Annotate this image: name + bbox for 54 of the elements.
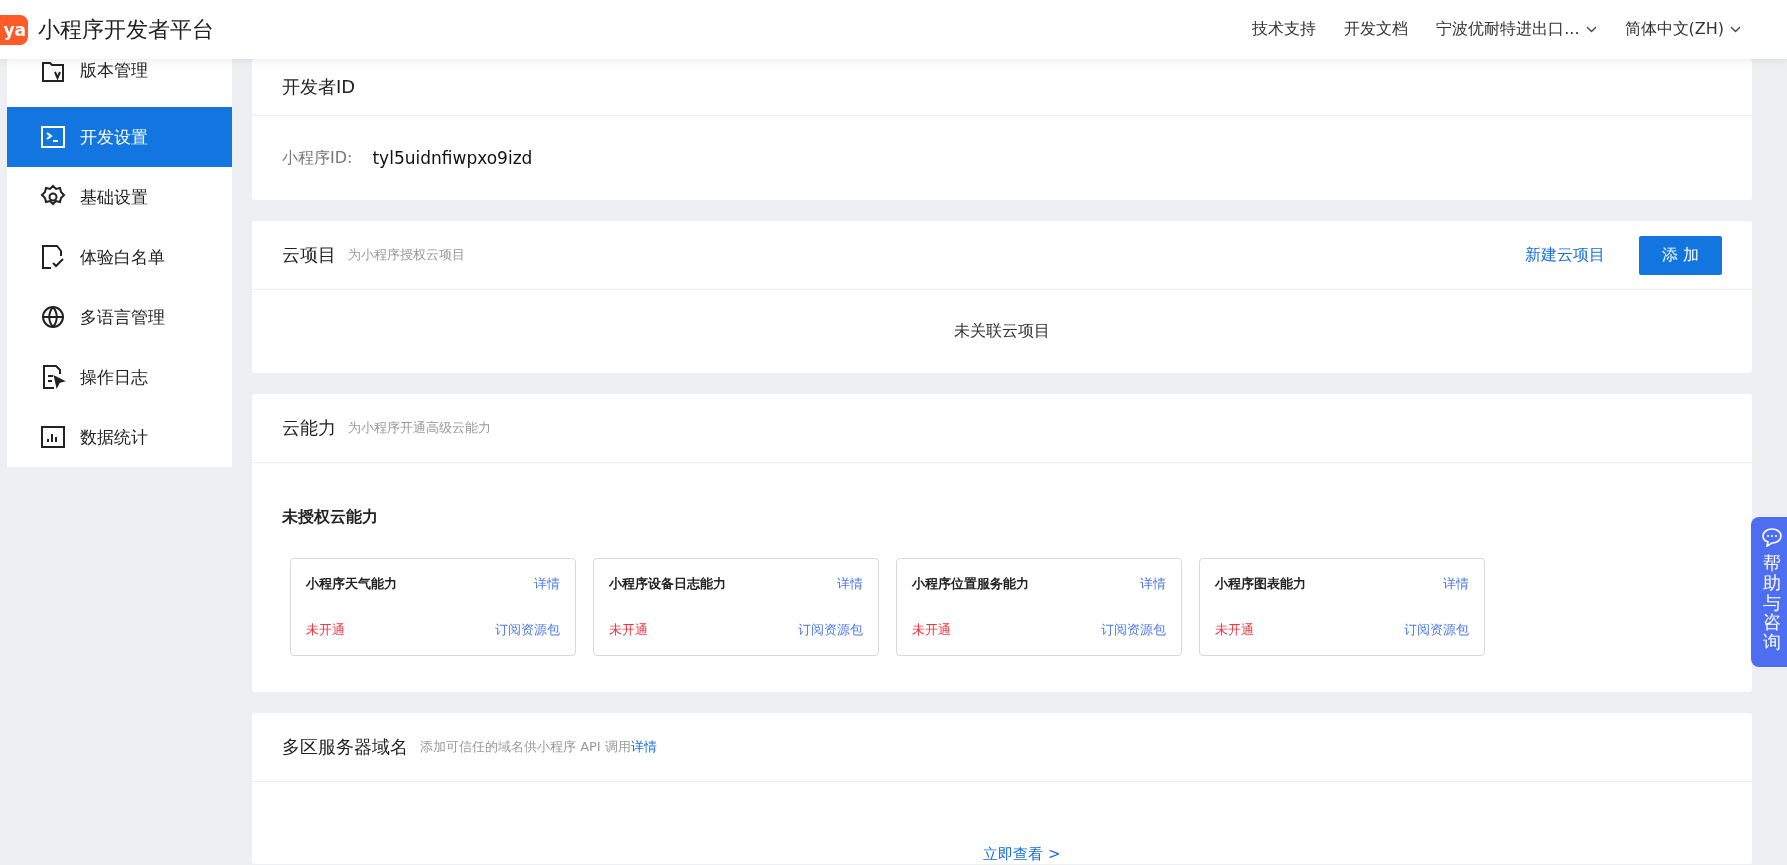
status-text: 未开通 <box>609 621 648 639</box>
group-title: 未授权云能力 <box>282 507 379 528</box>
capability-name: 小程序天气能力 <box>306 575 397 593</box>
subscribe-link[interactable]: 订阅资源包 <box>1101 621 1166 639</box>
sidebar-item[interactable]: 基础设置 <box>7 167 232 227</box>
sidebar-item[interactable]: 版本管理 <box>7 59 232 107</box>
nav-link[interactable]: 宁波优耐特进出口... <box>1436 19 1597 40</box>
new-project-link[interactable]: 新建云项目 <box>1525 244 1605 266</box>
globe-icon <box>40 304 66 330</box>
capability-name: 小程序图表能力 <box>1215 575 1306 593</box>
sidebar-item[interactable]: 开发设置 <box>7 107 232 167</box>
document-cursor-icon <box>40 364 66 390</box>
details-link[interactable]: 详情 <box>1140 575 1166 593</box>
chat-icon <box>1761 527 1783 547</box>
section-subtitle: 为小程序授权云项目 <box>348 246 465 264</box>
bar-chart-icon <box>40 424 66 450</box>
help-button[interactable]: 帮助与咨询 <box>1751 517 1787 667</box>
sidebar-item[interactable]: 数据统计 <box>7 407 232 467</box>
empty-message: 未关联云项目 <box>954 321 1050 342</box>
folder-icon <box>40 59 66 85</box>
document-check-icon <box>40 244 66 270</box>
capability-name: 小程序位置服务能力 <box>912 575 1029 593</box>
section-title: 云能力 <box>282 416 336 440</box>
status-text: 未开通 <box>1215 621 1254 639</box>
section-subtitle: 添加可信任的域名供小程序 API 调用详情 <box>420 738 657 756</box>
add-button[interactable]: 添 加 <box>1639 235 1722 275</box>
caret-icon <box>1730 26 1741 33</box>
view-now-link[interactable]: 立即查看 > <box>983 845 1061 864</box>
section-title: 多区服务器域名 <box>282 735 408 759</box>
section-subtitle: 为小程序开通高级云能力 <box>348 419 491 437</box>
status-text: 未开通 <box>912 621 951 639</box>
sidebar-item[interactable]: 多语言管理 <box>7 287 232 347</box>
platform-title: 小程序开发者平台 <box>38 15 214 44</box>
sidebar-item[interactable]: 操作日志 <box>7 347 232 407</box>
subscribe-link[interactable]: 订阅资源包 <box>495 621 560 639</box>
details-link[interactable]: 详情 <box>1443 575 1469 593</box>
logo: ya <box>0 14 28 45</box>
nav-link[interactable]: 技术支持 <box>1252 19 1317 40</box>
subscribe-link[interactable]: 订阅资源包 <box>1404 621 1469 639</box>
caret-icon <box>1585 26 1597 33</box>
section-title: 云项目 <box>282 243 336 267</box>
details-link[interactable]: 详情 <box>534 575 560 593</box>
nav-link[interactable]: 开发文档 <box>1344 19 1409 40</box>
capability-name: 小程序设备日志能力 <box>609 575 726 593</box>
details-link[interactable]: 详情 <box>630 739 657 754</box>
section-title: 开发者ID <box>282 75 356 99</box>
nav-link[interactable]: 简体中文(ZH) <box>1624 19 1741 40</box>
subscribe-link[interactable]: 订阅资源包 <box>798 621 863 639</box>
details-link[interactable]: 详情 <box>837 575 863 593</box>
sidebar-item[interactable]: 体验白名单 <box>7 227 232 287</box>
field-label: 小程序ID: <box>282 147 353 169</box>
status-text: 未开通 <box>306 621 345 639</box>
terminal-icon <box>40 124 66 150</box>
field-value: tyl5uidnfiwpxo9izd <box>372 148 533 168</box>
